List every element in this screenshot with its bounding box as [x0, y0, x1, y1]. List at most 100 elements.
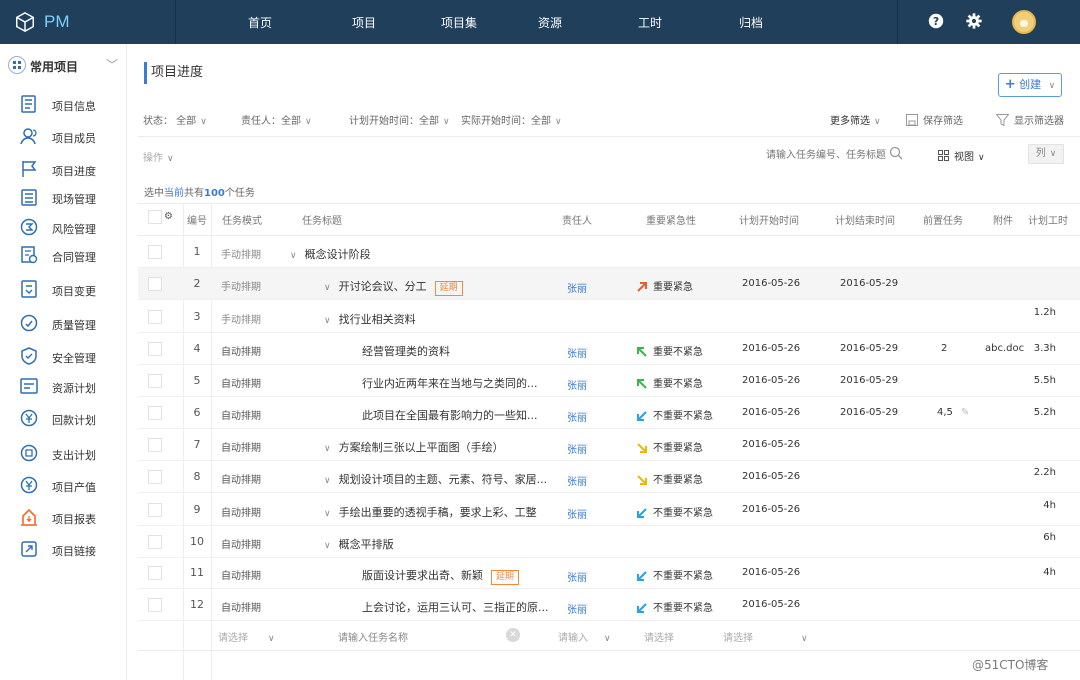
sidebar-item-risk[interactable]: 风险管理 [0, 214, 127, 242]
search-input[interactable] [766, 147, 906, 163]
gear-icon[interactable] [965, 12, 983, 30]
table-row[interactable]: 5 自动排期 行业内近两年来在当地与之类同的... 张丽 重要不紧急 2016-05-26… [138, 365, 1080, 397]
view-dropdown[interactable]: 视图 ∨ [938, 148, 985, 163]
row-owner[interactable]: 张丽 [567, 506, 587, 521]
row-priority[interactable]: 不重要不紧急 [636, 599, 713, 614]
row-title[interactable]: 版面设计要求出奇、新颖 延期 [362, 567, 520, 585]
table-row[interactable]: 11 自动排期 版面设计要求出奇、新颖 延期 张丽 不重要不紧急 2016-05-26 4h [138, 557, 1080, 589]
row-mode[interactable]: 自动排期 [221, 407, 261, 422]
col-attachment[interactable]: 附件 [993, 212, 1013, 227]
filter-actual-start[interactable]: 实际开始时间：全部 ∨ [461, 112, 562, 127]
filter-more[interactable]: 更多筛选 ∨ [830, 112, 881, 127]
nav-projects[interactable]: 项目 [352, 0, 376, 44]
row-plan-end[interactable]: 2016-05-29 [840, 278, 898, 289]
row-priority[interactable]: 不重要紧急 [636, 471, 703, 486]
brand[interactable]: PM [0, 0, 176, 44]
table-row[interactable]: 12 自动排期 上会讨论，运用三认可、三指正的原... 张丽 不重要不紧急 2016-05… [138, 589, 1080, 621]
row-checkbox[interactable] [148, 374, 162, 388]
row-plan-start[interactable]: 2016-05-26 [742, 375, 800, 386]
col-title[interactable]: 任务标题 [302, 212, 342, 227]
row-title[interactable]: ∨ 规划设计项目的主题、元素、符号、家居... [324, 471, 547, 487]
row-priority[interactable]: 不重要不紧急 [636, 567, 713, 582]
row-plan-start[interactable]: 2016-05-26 [742, 439, 800, 450]
row-owner[interactable]: 张丽 [567, 569, 587, 584]
row-checkbox[interactable] [148, 566, 162, 580]
row-checkbox[interactable] [148, 277, 162, 291]
table-row[interactable]: 1 手动排期 ∨ 概念设计阶段 [138, 236, 1080, 268]
row-plan-start[interactable]: 2016-05-26 [742, 278, 800, 289]
save-filter-button[interactable]: 保存筛选 [906, 112, 963, 127]
table-row[interactable]: 10 自动排期 ∨ 概念平排版 6h [138, 526, 1080, 558]
row-owner[interactable]: 张丽 [567, 280, 587, 295]
row-mode[interactable]: 自动排期 [221, 471, 261, 486]
pencil-icon[interactable]: ✎ [961, 407, 969, 418]
expand-caret-icon[interactable]: ∨ [324, 283, 331, 293]
row-mode[interactable]: 自动排期 [221, 343, 261, 358]
new-date-select[interactable]: 请选择 ∨ [723, 629, 808, 644]
row-mode[interactable]: 手动排期 [221, 278, 261, 293]
row-priority[interactable]: 重要紧急 [636, 278, 693, 293]
row-mode[interactable]: 自动排期 [221, 504, 261, 519]
row-mode[interactable]: 手动排期 [221, 311, 261, 326]
sidebar-item-resource-plan[interactable]: 资源计划 [0, 373, 127, 401]
row-priority[interactable]: 重要不紧急 [636, 375, 703, 390]
sidebar-item-expense-plan[interactable]: 支出计划 [0, 440, 127, 468]
row-mode[interactable]: 自动排期 [221, 567, 261, 582]
row-owner[interactable]: 张丽 [567, 345, 587, 360]
row-checkbox[interactable] [148, 245, 162, 259]
col-mode[interactable]: 任务模式 [222, 212, 262, 227]
new-mode-select[interactable]: 请选择 ∨ [218, 629, 275, 644]
table-row[interactable]: 3 手动排期 ∨ 找行业相关资料 1.2h [138, 301, 1080, 333]
row-mode[interactable]: 手动排期 [221, 246, 261, 261]
row-plan-end[interactable]: 2016-05-29 [840, 343, 898, 354]
row-plan-start[interactable]: 2016-05-26 [742, 567, 800, 578]
row-checkbox[interactable] [148, 503, 162, 517]
row-checkbox[interactable] [148, 406, 162, 420]
row-title[interactable]: ∨ 方案绘制三张以上平面图（手绘） [324, 439, 504, 455]
table-row[interactable]: 7 自动排期 ∨ 方案绘制三张以上平面图（手绘） 张丽 不重要紧急 2016-05-26 [138, 429, 1080, 461]
sidebar-item-change[interactable]: 项目变更 [0, 276, 127, 304]
nav-programs[interactable]: 项目集 [441, 0, 477, 44]
table-row[interactable]: 8 自动排期 ∨ 规划设计项目的主题、元素、符号、家居... 张丽 不重要紧急 2016-0… [138, 461, 1080, 493]
sidebar-item-payment-plan[interactable]: 回款计划 [0, 405, 127, 433]
row-title[interactable]: ∨ 开讨论会议、分工 延期 [324, 278, 463, 296]
expand-caret-icon[interactable]: ∨ [324, 476, 331, 486]
new-priority-select[interactable]: 请选择 [644, 629, 674, 644]
create-button[interactable]: + 创建 ∨ [998, 73, 1062, 97]
col-plan-start[interactable]: 计划开始时间 [739, 212, 799, 227]
table-row[interactable]: 6 自动排期 此项目在全国最有影响力的一些知... 张丽 不重要不紧急 2016-05-2… [138, 397, 1080, 429]
nav-archive[interactable]: 归档 [739, 0, 763, 44]
sidebar-item-safety[interactable]: 安全管理 [0, 343, 127, 371]
nav-home[interactable]: 首页 [248, 0, 272, 44]
nav-resources[interactable]: 资源 [538, 0, 562, 44]
ops-dropdown[interactable]: 操作 ∨ [143, 149, 174, 164]
user-avatar[interactable] [1012, 10, 1036, 34]
row-priority[interactable]: 不重要不紧急 [636, 504, 713, 519]
summary-current[interactable]: 当前 [164, 188, 184, 199]
row-attachment[interactable]: abc.doc [985, 343, 1024, 354]
row-plan-start[interactable]: 2016-05-26 [742, 343, 800, 354]
row-plan-end[interactable]: 2016-05-29 [840, 407, 898, 418]
row-plan-start[interactable]: 2016-05-26 [742, 504, 800, 515]
sidebar-item-link[interactable]: 项目链接 [0, 536, 127, 564]
row-plan-start[interactable]: 2016-05-26 [742, 407, 800, 418]
sidebar-item-quality[interactable]: 质量管理 [0, 310, 127, 338]
sidebar-item-members[interactable]: 项目成员 [0, 123, 127, 151]
row-priority[interactable]: 不重要不紧急 [636, 407, 713, 422]
table-row[interactable]: 4 自动排期 经营管理类的资料 张丽 重要不紧急 2016-05-26 2016-05-29… [138, 333, 1080, 365]
row-title[interactable]: ∨ 手绘出重要的透视手稿，要求上彩、工整 [324, 504, 537, 520]
col-plan-end[interactable]: 计划结束时间 [835, 212, 895, 227]
row-checkbox[interactable] [148, 438, 162, 452]
row-mode[interactable]: 自动排期 [221, 375, 261, 390]
row-title[interactable]: 上会讨论，运用三认可、三指正的原... [362, 599, 549, 615]
filter-plan-start[interactable]: 计划开始时间：全部 ∨ [349, 112, 450, 127]
col-owner[interactable]: 责任人 [562, 212, 592, 227]
expand-caret-icon[interactable]: ∨ [324, 509, 331, 519]
row-title[interactable]: 行业内近两年来在当地与之类同的... [362, 375, 538, 391]
row-plan-start[interactable]: 2016-05-26 [742, 471, 800, 482]
sidebar-item-schedule[interactable]: 项目进度 [0, 156, 127, 184]
expand-caret-icon[interactable]: ∨ [324, 541, 331, 551]
new-owner-input[interactable]: 请输入 ∨ [558, 629, 611, 644]
col-priority[interactable]: 重要紧急性 [646, 212, 696, 227]
sidebar-item-output-value[interactable]: 项目产值 [0, 472, 127, 500]
